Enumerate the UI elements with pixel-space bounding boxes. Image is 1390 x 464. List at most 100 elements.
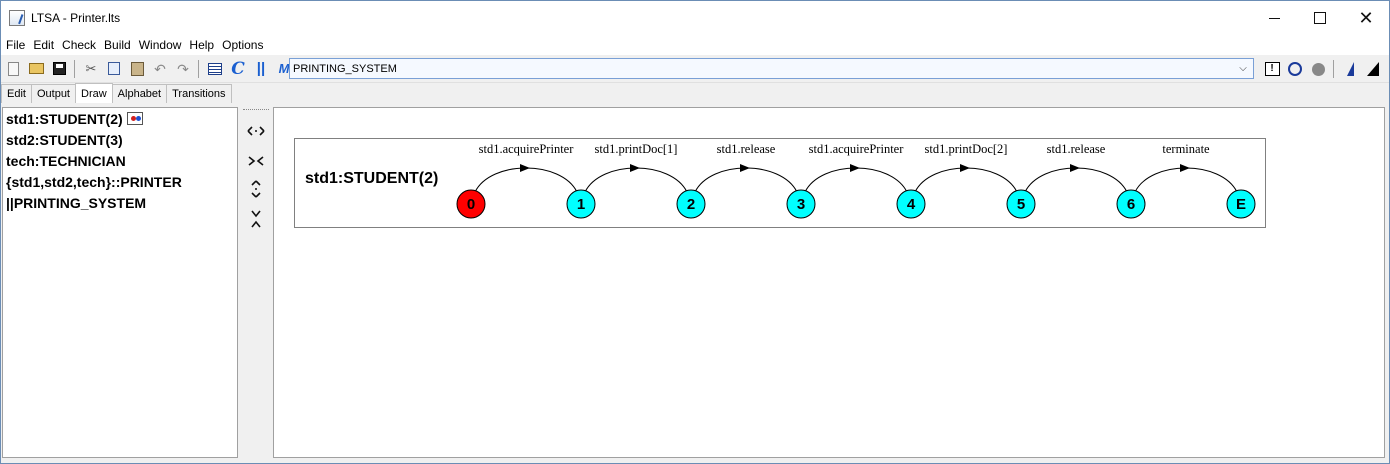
state-label: 1 bbox=[577, 196, 585, 213]
menu-build[interactable]: Build bbox=[100, 38, 135, 52]
safety-check-icon: ! bbox=[1264, 62, 1280, 76]
safety-check-button[interactable]: ! bbox=[1261, 58, 1283, 80]
tab-edit[interactable]: Edit bbox=[1, 84, 32, 103]
drag-handle[interactable] bbox=[243, 109, 269, 113]
shrink-vertical-icon bbox=[251, 210, 261, 228]
transition-arrow bbox=[1070, 164, 1080, 172]
undo-button[interactable]: ↶ bbox=[149, 58, 171, 80]
list-button[interactable] bbox=[204, 58, 226, 80]
expand-vertical-button[interactable] bbox=[245, 179, 267, 199]
blue-arrow-icon bbox=[1346, 62, 1354, 76]
run-button[interactable] bbox=[1284, 58, 1306, 80]
transition-label: std1.release bbox=[717, 142, 776, 156]
menu-window[interactable]: Window bbox=[135, 38, 186, 52]
process-item[interactable]: std1:STUDENT(2) bbox=[3, 108, 237, 129]
expand-horizontal-button[interactable] bbox=[245, 121, 267, 141]
expand-vertical-icon bbox=[251, 180, 261, 198]
transition-arrow bbox=[960, 164, 970, 172]
title-bar: LTSA - Printer.lts ✕ bbox=[1, 1, 1389, 35]
process-label: ||PRINTING_SYSTEM bbox=[6, 194, 147, 211]
toolbar-separator bbox=[1333, 60, 1334, 78]
tab-output[interactable]: Output bbox=[30, 84, 76, 103]
process-label: std1:STUDENT(2) bbox=[6, 110, 123, 127]
new-file-button[interactable] bbox=[2, 58, 24, 80]
process-label: {std1,std2,tech}::PRINTER bbox=[6, 173, 182, 190]
stop-button[interactable] bbox=[1307, 58, 1329, 80]
close-button[interactable]: ✕ bbox=[1343, 1, 1389, 35]
compile-icon: C bbox=[231, 58, 245, 79]
cut-button[interactable]: ✂ bbox=[80, 58, 102, 80]
right-toolbar: ! bbox=[1260, 57, 1384, 81]
state-label: 5 bbox=[1017, 196, 1025, 213]
blue-arrow-button[interactable] bbox=[1339, 58, 1361, 80]
transition-arrow bbox=[1180, 164, 1190, 172]
transition-label: std1.acquirePrinter bbox=[479, 142, 575, 156]
menu-edit[interactable]: Edit bbox=[29, 38, 58, 52]
shrink-horizontal-button[interactable] bbox=[245, 151, 267, 171]
target-select-value: PRINTING_SYSTEM bbox=[293, 62, 397, 75]
process-item[interactable]: std2:STUDENT(3) bbox=[3, 129, 237, 150]
transition-arc bbox=[914, 167, 1018, 193]
save-icon bbox=[52, 62, 66, 75]
redo-button[interactable]: ↷ bbox=[172, 58, 194, 80]
lts-diagram[interactable]: std1:STUDENT(2) std1.acquirePrinter std1.… bbox=[294, 138, 1266, 228]
save-button[interactable] bbox=[48, 58, 70, 80]
transition-arrow bbox=[850, 164, 860, 172]
lts-transitions: std1.acquirePrinter std1.printDoc[1] std1.… bbox=[474, 142, 1238, 193]
menu-check[interactable]: Check bbox=[58, 38, 100, 52]
shrink-horizontal-icon bbox=[248, 156, 264, 166]
menu-options[interactable]: Options bbox=[218, 38, 267, 52]
list-icon bbox=[208, 62, 222, 75]
compose-icon: || bbox=[256, 59, 266, 77]
copy-button[interactable] bbox=[103, 58, 125, 80]
draw-canvas[interactable]: std1:STUDENT(2) std1.acquirePrinter std1.… bbox=[273, 107, 1385, 458]
zoom-toolbar bbox=[241, 107, 271, 458]
transition-arc bbox=[584, 167, 688, 193]
state-label: 2 bbox=[687, 196, 695, 213]
state-label: 4 bbox=[907, 196, 916, 213]
chevron-down-icon[interactable]: ⌵ bbox=[1236, 60, 1250, 77]
tab-draw[interactable]: Draw bbox=[75, 83, 113, 103]
transition-arrow bbox=[520, 164, 530, 172]
window-title: LTSA - Printer.lts bbox=[31, 11, 121, 25]
run-icon bbox=[1288, 62, 1302, 76]
window-controls: ✕ bbox=[1251, 1, 1389, 35]
transition-arc bbox=[694, 167, 798, 193]
state-label: 6 bbox=[1127, 196, 1135, 213]
expand-horizontal-icon bbox=[247, 126, 265, 136]
process-item[interactable]: {std1,std2,tech}::PRINTER bbox=[3, 171, 237, 192]
view-tabs: Edit Output Draw Alphabet Transitions bbox=[1, 83, 232, 103]
black-arrow-button[interactable] bbox=[1362, 58, 1384, 80]
maximize-button[interactable] bbox=[1297, 1, 1343, 35]
minimize-button[interactable] bbox=[1251, 1, 1297, 35]
transition-label: std1.printDoc[1] bbox=[595, 142, 678, 156]
process-item[interactable]: ||PRINTING_SYSTEM bbox=[3, 192, 237, 213]
transition-arc bbox=[804, 167, 908, 193]
toolbar-separator bbox=[198, 59, 199, 78]
new-file-icon bbox=[7, 61, 19, 76]
menu-file[interactable]: File bbox=[1, 38, 29, 52]
tab-transitions[interactable]: Transitions bbox=[166, 84, 232, 103]
lts-title: std1:STUDENT(2) bbox=[305, 170, 438, 187]
process-item[interactable]: tech:TECHNICIAN bbox=[3, 150, 237, 171]
menu-help[interactable]: Help bbox=[185, 38, 218, 52]
transition-arrow bbox=[740, 164, 750, 172]
lts-shown-icon bbox=[126, 112, 143, 125]
stop-icon bbox=[1311, 62, 1325, 76]
copy-icon bbox=[108, 62, 120, 75]
transition-label: std1.acquirePrinter bbox=[809, 142, 905, 156]
target-select[interactable]: PRINTING_SYSTEM ⌵ bbox=[289, 58, 1254, 79]
compose-button[interactable]: || bbox=[250, 58, 272, 80]
lts-states: 0 1 2 3 4 5 6 E bbox=[456, 189, 1256, 219]
open-file-button[interactable] bbox=[25, 58, 47, 80]
transition-label: std1.release bbox=[1047, 142, 1106, 156]
process-label: std2:STUDENT(3) bbox=[6, 131, 123, 148]
paste-button[interactable] bbox=[126, 58, 148, 80]
state-label: 0 bbox=[467, 196, 475, 213]
transition-label: std1.printDoc[2] bbox=[925, 142, 1008, 156]
shrink-vertical-button[interactable] bbox=[245, 209, 267, 229]
compile-button[interactable]: C bbox=[227, 58, 249, 80]
undo-icon: ↶ bbox=[154, 60, 166, 77]
tab-alphabet[interactable]: Alphabet bbox=[111, 84, 168, 103]
transition-arc bbox=[1024, 167, 1128, 193]
